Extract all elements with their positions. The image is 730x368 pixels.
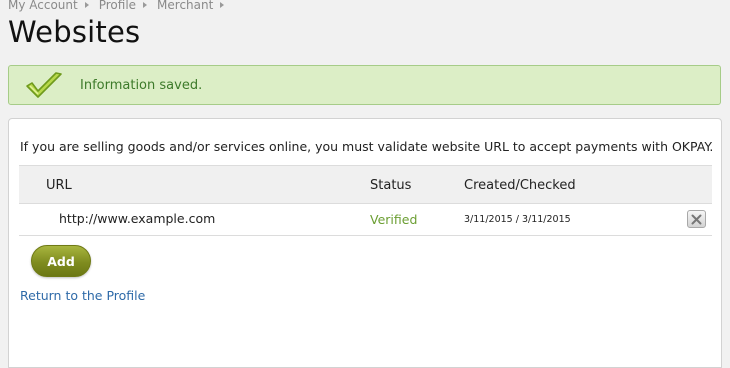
intro-text: If you are selling goods and/or services… [20,139,714,154]
status-badge: Verified [370,212,418,227]
column-header-url: URL [46,178,72,193]
website-url: http://www.example.com [59,211,216,226]
close-icon [691,214,702,224]
alert-message: Information saved. [80,78,203,93]
websites-panel: If you are selling goods and/or services… [8,118,722,368]
breadcrumb-merchant[interactable]: Merchant [157,0,213,12]
breadcrumb-my-account[interactable]: My Account [8,0,78,12]
created-checked-date: 3/11/2015 / 3/11/2015 [464,214,571,225]
table-header: URL Status Created/Checked [19,165,712,204]
breadcrumb-profile[interactable]: Profile [99,0,136,12]
table-row: http://www.example.com Verified 3/11/201… [19,204,712,236]
column-header-status: Status [370,178,412,193]
column-header-created: Created/Checked [464,178,576,193]
delete-website-button[interactable] [687,210,706,228]
return-to-profile-link[interactable]: Return to the Profile [20,288,145,303]
breadcrumb-separator-icon [84,2,89,8]
page-title: Websites [8,15,141,49]
add-website-button[interactable]: Add [31,245,91,277]
breadcrumb-separator-icon [143,2,148,8]
breadcrumb-separator-icon [220,2,225,8]
checkmark-icon [26,72,62,98]
success-alert: Information saved. [8,65,721,105]
breadcrumb: My Account Profile Merchant [8,0,234,13]
